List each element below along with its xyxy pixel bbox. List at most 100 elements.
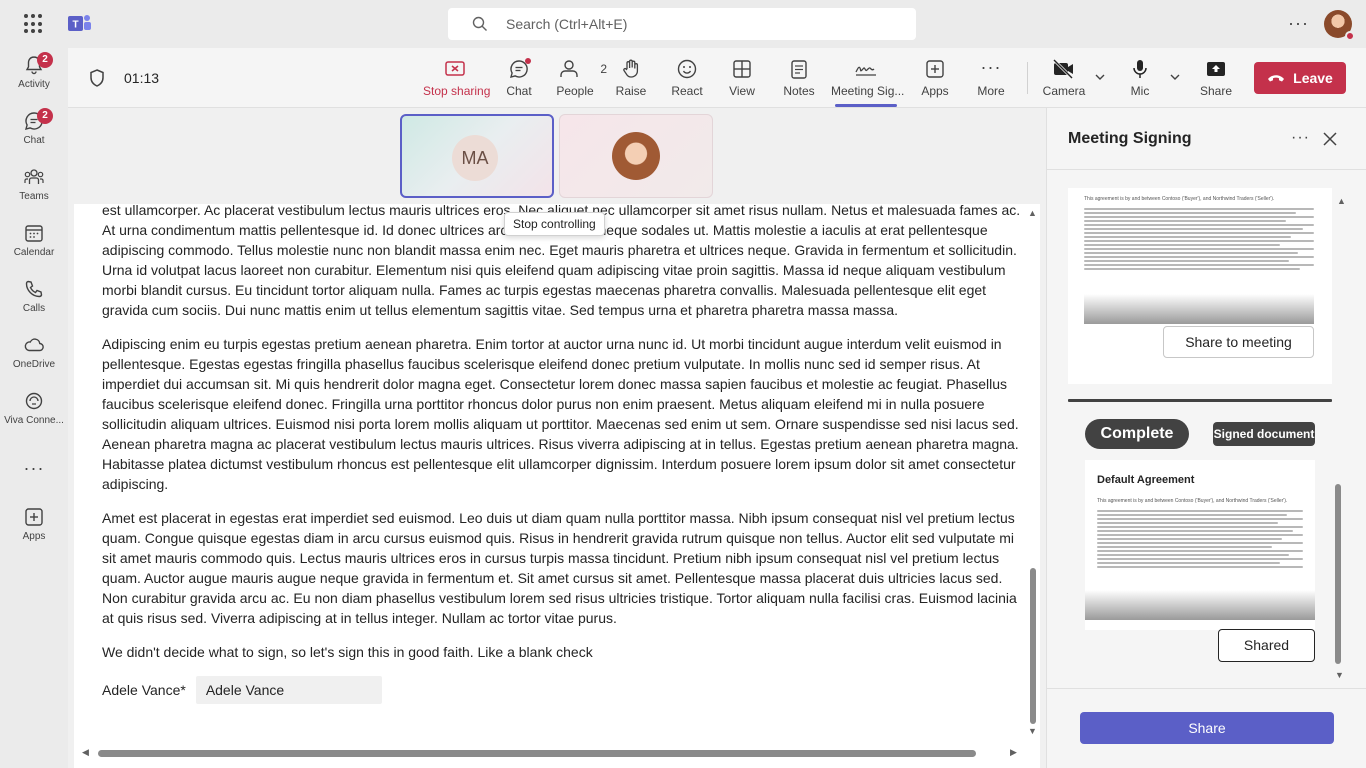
shield-icon[interactable] <box>88 68 106 88</box>
rail-item-label: Teams <box>19 191 49 202</box>
mic-label: Mic <box>1130 84 1150 98</box>
phone-icon <box>25 280 43 298</box>
document-paragraph: Adipiscing enim eu turpis egestas pretiu… <box>102 336 1019 492</box>
avatar: MA <box>452 135 498 181</box>
people-label: People <box>556 84 594 98</box>
shared-button[interactable]: Shared <box>1218 629 1315 662</box>
preview-heading: This agreement is by and between Contoso… <box>1097 498 1288 504</box>
calendar-icon <box>25 225 43 242</box>
add-app-icon <box>25 508 43 526</box>
scroll-left-icon[interactable]: ◀ <box>82 747 89 758</box>
rail-item-onedrive[interactable]: OneDrive <box>0 334 68 386</box>
document-preview: This agreement is by and between Contoso… <box>1085 498 1315 620</box>
settings-more-icon[interactable]: ··· <box>1288 13 1309 34</box>
meeting-toolbar: 01:13 Stop sharing Chat 2 People Raise R… <box>68 48 1366 108</box>
scroll-up-icon[interactable]: ▲ <box>1028 208 1037 218</box>
status-badge: Complete <box>1085 419 1189 449</box>
raise-hand-button[interactable]: Raise <box>599 58 663 98</box>
people-icon <box>560 60 578 77</box>
close-icon[interactable] <box>1323 132 1337 146</box>
apps-label: Apps <box>921 84 949 98</box>
rail-item-apps[interactable]: Apps <box>0 506 68 558</box>
microphone-icon <box>1133 60 1147 78</box>
rail-item-label: Chat <box>23 135 45 146</box>
toolbar-divider <box>1027 62 1028 94</box>
more-button[interactable]: ··· More <box>959 58 1023 98</box>
view-button[interactable]: View <box>710 58 774 98</box>
more-label: More <box>977 84 1005 98</box>
smiley-icon <box>677 59 697 79</box>
chat-button[interactable]: Chat <box>487 58 551 98</box>
share-button[interactable]: Share <box>1080 712 1334 744</box>
participant-tile[interactable] <box>559 114 713 198</box>
preview-heading: This agreement is by and between Contoso… <box>1084 196 1275 202</box>
camera-off-icon <box>1052 58 1074 80</box>
scroll-up-icon[interactable]: ▲ <box>1337 196 1346 206</box>
meeting-signing-button[interactable]: Meeting Sig... <box>831 58 904 107</box>
scroll-down-icon[interactable]: ▼ <box>1028 726 1037 736</box>
teams-logo-icon: T <box>68 15 91 31</box>
document-preview: This agreement is by and between Contoso… <box>1084 196 1314 324</box>
panel-footer-divider <box>1047 688 1366 689</box>
title-bar: T Search (Ctrl+Alt+E) ··· <box>0 0 1366 48</box>
meeting-timer: 01:13 <box>124 70 160 86</box>
chevron-down-icon[interactable] <box>1169 72 1181 82</box>
rail-item-teams[interactable]: Teams <box>0 166 68 218</box>
share-content-button[interactable]: Share <box>1184 58 1248 98</box>
scroll-down-icon[interactable]: ▼ <box>1335 670 1344 680</box>
meeting-signing-panel: Meeting Signing ··· This agreement is by… <box>1046 108 1366 768</box>
rail-item-calendar[interactable]: Calendar <box>0 222 68 274</box>
stop-sharing-label: Stop sharing <box>423 84 491 98</box>
section-divider <box>1068 399 1332 402</box>
rail-item-viva[interactable]: Viva Conne... <box>0 390 68 442</box>
chevron-down-icon[interactable] <box>1094 72 1106 82</box>
raise-hand-icon <box>623 59 639 78</box>
presence-busy-icon <box>1345 31 1355 41</box>
apps-button[interactable]: Apps <box>903 58 967 98</box>
shared-document[interactable]: est ullamcorper. Ac placerat vestibulum … <box>74 204 1040 768</box>
people-button[interactable]: 2 People <box>543 58 607 98</box>
participant-tile[interactable]: MA <box>400 114 554 198</box>
app-rail: 2 Activity 2 Chat Teams Calendar Calls O… <box>0 48 68 768</box>
search-input[interactable]: Search (Ctrl+Alt+E) <box>448 8 916 40</box>
search-placeholder: Search (Ctrl+Alt+E) <box>506 16 628 32</box>
leave-button[interactable]: Leave <box>1254 62 1346 94</box>
share-to-meeting-button[interactable]: Share to meeting <box>1163 326 1314 358</box>
signature-field[interactable]: Adele Vance <box>195 676 382 704</box>
notes-button[interactable]: Notes <box>767 58 831 98</box>
camera-button[interactable]: Camera <box>1032 58 1096 98</box>
panel-header: Meeting Signing ··· <box>1047 108 1366 170</box>
avatar <box>612 132 660 180</box>
signer-label: Adele Vance* <box>102 682 186 698</box>
rail-item-activity[interactable]: 2 Activity <box>0 52 68 106</box>
app-launcher-icon[interactable] <box>24 14 44 34</box>
vertical-scrollbar[interactable] <box>1030 568 1036 724</box>
horizontal-scrollbar[interactable] <box>98 750 976 757</box>
scroll-right-icon[interactable]: ▶ <box>1010 747 1017 758</box>
activity-badge: 2 <box>37 52 53 68</box>
unread-dot-icon <box>525 58 531 64</box>
more-icon: ··· <box>980 57 1002 77</box>
document-paragraph: Amet est placerat in egestas erat imperd… <box>102 510 1017 626</box>
rail-item-label: Apps <box>22 531 46 542</box>
rail-item-label: Viva Conne... <box>4 415 64 426</box>
chat-badge: 2 <box>37 108 53 124</box>
stop-controlling-tooltip[interactable]: Stop controlling <box>504 212 605 236</box>
leave-label: Leave <box>1293 70 1333 86</box>
document-paragraph: We didn't decide what to sign, so let's … <box>102 644 593 660</box>
rail-item-calls[interactable]: Calls <box>0 278 68 330</box>
chat-label: Chat <box>506 84 532 98</box>
signature-row: Adele Vance* Adele Vance <box>102 676 1024 704</box>
stop-sharing-button[interactable]: Stop sharing <box>423 58 491 98</box>
view-label: View <box>729 84 755 98</box>
avatar[interactable] <box>1324 10 1355 41</box>
panel-scrollbar[interactable] <box>1335 484 1341 664</box>
signed-document-tag[interactable]: Signed document <box>1213 422 1315 446</box>
share-tray-icon <box>1207 62 1225 76</box>
rail-item-chat[interactable]: 2 Chat <box>0 108 68 162</box>
signature-icon <box>855 66 876 76</box>
panel-more-icon[interactable]: ··· <box>1291 129 1310 147</box>
more-apps-icon[interactable]: ··· <box>0 458 68 478</box>
mic-button[interactable]: Mic <box>1108 58 1172 98</box>
cloud-icon <box>24 338 44 352</box>
